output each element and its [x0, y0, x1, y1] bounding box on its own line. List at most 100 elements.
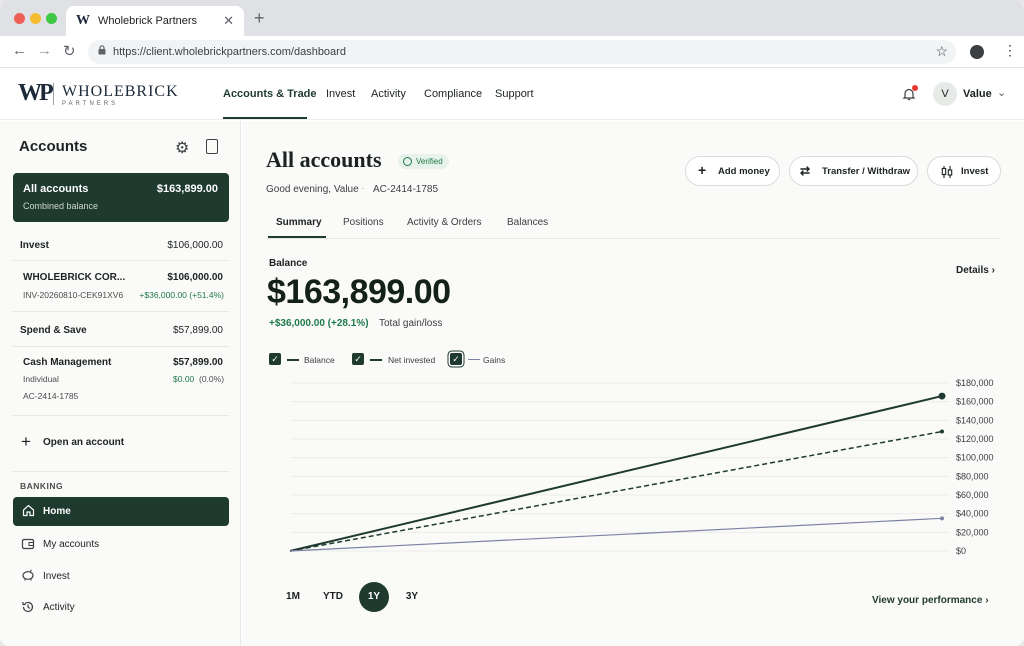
close-window-button[interactable] [14, 13, 25, 24]
sidebar-title: Accounts [19, 138, 88, 155]
all-accounts-amount: $163,899.00 [156, 183, 218, 195]
cash-management-name[interactable]: Cash Management [23, 357, 111, 368]
total-gain-label: Total gain/loss [379, 318, 443, 329]
net-invested-checkbox[interactable]: ✓ [352, 353, 364, 365]
divider [13, 311, 229, 312]
divider [13, 471, 229, 472]
forward-icon[interactable]: → [37, 42, 52, 59]
nav-compliance[interactable]: Compliance [424, 88, 482, 100]
gains-checkbox[interactable]: ✓ [450, 353, 462, 365]
all-accounts-card[interactable]: All accounts Combined balance $163,899.0… [13, 173, 229, 222]
nav-accounts-trade[interactable]: Accounts & Trade [223, 88, 317, 100]
divider [13, 346, 229, 347]
chevron-down-icon[interactable]: ⌄ [997, 86, 1006, 99]
browser-tab[interactable]: W Wholebrick Partners ✕ [66, 6, 244, 36]
sidebar-item-activity[interactable]: Activity [43, 602, 75, 613]
nav-invest[interactable]: Invest [326, 88, 355, 100]
favicon-icon: W [76, 13, 90, 28]
tab-balances[interactable]: Balances [507, 217, 548, 228]
account-number: AC-2414-1785 [373, 184, 439, 195]
series-line-balance [289, 395, 943, 552]
legend-gains: Gains [483, 355, 506, 365]
cash-management-id: AC-2414-1785 [23, 391, 79, 401]
sidebar-item-home[interactable]: Home [13, 497, 229, 526]
divider [13, 260, 229, 261]
browser-menu-icon[interactable]: ⋮ [1003, 42, 1017, 59]
combined-balance-label: Combined balance [23, 201, 99, 211]
range-1m-button[interactable]: 1M [278, 582, 308, 612]
series-end-point[interactable] [938, 392, 946, 400]
plus-icon[interactable]: + [21, 433, 31, 450]
spend-save-group-amount: $57,899.00 [172, 325, 223, 336]
y-tick-label: $80,000 [956, 471, 989, 481]
logo-subtitle: PARTNERS [62, 101, 119, 107]
range-3y-button[interactable]: 3Y [397, 582, 427, 612]
range-1y-button[interactable]: 1Y [359, 582, 389, 612]
separator-dot: · [361, 183, 365, 194]
invest-group-amount: $106,000.00 [167, 240, 223, 251]
active-nav-underline [223, 117, 307, 119]
transfer-withdraw-button[interactable]: ⇄ Transfer / Withdraw [789, 156, 918, 186]
banking-section-header: BANKING [20, 481, 64, 491]
invest-button[interactable]: Invest [927, 156, 1001, 186]
reload-icon[interactable]: ↻ [63, 42, 76, 60]
cash-management-amount: $57,899.00 [172, 357, 223, 368]
add-money-label: Add money [718, 166, 770, 177]
net-invested-legend-line [370, 359, 382, 361]
sidebar-item-my-accounts[interactable]: My accounts [43, 539, 99, 550]
y-tick-label: $140,000 [956, 415, 994, 425]
y-tick-label: $60,000 [956, 490, 989, 500]
browser-profile-icon[interactable] [970, 45, 984, 59]
sidebar-item-invest[interactable]: Invest [43, 571, 70, 582]
plus-icon: + [698, 162, 707, 178]
tab-title: Wholebrick Partners [98, 15, 198, 27]
cash-management-gain-pct: (0.0%) [199, 374, 225, 384]
range-ytd-button[interactable]: YTD [318, 582, 348, 612]
browser-window: W Wholebrick Partners ✕ + ← → ↻ https://… [0, 0, 1024, 646]
y-tick-label: $20,000 [956, 527, 989, 537]
add-money-button[interactable]: + Add money [685, 156, 780, 186]
balance-legend-line [287, 359, 299, 361]
details-link[interactable]: Details › [956, 265, 995, 276]
new-tab-icon[interactable]: + [254, 8, 265, 29]
tab-summary[interactable]: Summary [276, 217, 322, 228]
piggy-bank-icon [22, 569, 34, 581]
nav-support[interactable]: Support [495, 88, 534, 100]
series-end-point[interactable] [940, 516, 944, 521]
spend-save-group-label[interactable]: Spend & Save [20, 325, 87, 336]
main-content: All accounts Verified Good evening, Valu… [242, 121, 1024, 646]
invest-account-name[interactable]: WHOLEBRICK COR... [23, 272, 125, 283]
view-performance-label: View your performance [872, 595, 983, 606]
wallet-icon [21, 538, 35, 550]
close-tab-icon[interactable]: ✕ [223, 13, 234, 29]
invest-label: Invest [961, 166, 989, 177]
verified-badge: Verified [398, 154, 449, 169]
nav-activity[interactable]: Activity [371, 88, 406, 100]
bookmark-star-icon[interactable]: ☆ [935, 43, 948, 60]
y-tick-label: $180,000 [956, 378, 994, 388]
open-account-link[interactable]: Open an account [43, 437, 124, 448]
document-icon[interactable] [206, 139, 218, 154]
balance-amount: $163,899.00 [267, 273, 451, 311]
invest-group-label[interactable]: Invest [20, 240, 49, 251]
series-end-point[interactable] [940, 429, 944, 434]
y-tick-label: $120,000 [956, 434, 994, 444]
back-icon[interactable]: ← [12, 42, 27, 59]
view-performance-link[interactable]: View your performance › [872, 595, 989, 606]
balance-checkbox[interactable]: ✓ [269, 353, 281, 365]
maximize-window-button[interactable] [46, 13, 57, 24]
avatar[interactable]: V [933, 82, 957, 106]
tab-positions[interactable]: Positions [343, 217, 384, 228]
cash-management-type: Individual [23, 374, 59, 384]
notification-dot [912, 85, 918, 91]
logo-mark[interactable]: WP [18, 80, 54, 107]
invest-account-gain: +$36,000.00 (+51.4%) [139, 290, 224, 300]
y-tick-label: $40,000 [956, 509, 989, 519]
user-name[interactable]: Value [963, 88, 992, 100]
active-tab-underline [268, 236, 326, 238]
gear-icon[interactable]: ⚙ [175, 138, 189, 158]
minimize-window-button[interactable] [30, 13, 41, 24]
tab-activity-orders[interactable]: Activity & Orders [407, 217, 481, 228]
address-bar[interactable]: https://client.wholebrickpartners.com/da… [88, 40, 956, 64]
balance-chart: $180,000 $160,000 $140,000 $120,000 $100,000… [289, 378, 994, 556]
